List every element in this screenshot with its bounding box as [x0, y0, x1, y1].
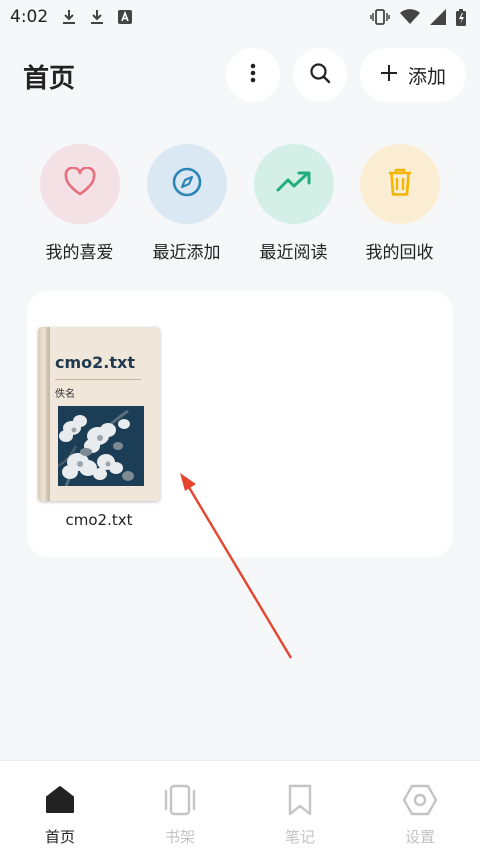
trash-icon: [387, 167, 413, 201]
book-cover-author: 佚名: [55, 389, 75, 400]
nav-bookshelf[interactable]: 书架: [120, 761, 240, 853]
download-icon: [62, 9, 76, 25]
nav-notes[interactable]: 笔记: [240, 761, 360, 853]
page-title: 首页: [23, 64, 76, 94]
quick-favorites-label: 我的喜爱: [45, 243, 114, 263]
status-time: 4:02: [10, 7, 49, 27]
nav-notes-label: 笔记: [284, 828, 315, 846]
search-button[interactable]: [293, 48, 347, 102]
add-button[interactable]: 添加: [360, 48, 466, 102]
compass-icon: [171, 166, 203, 202]
wifi-icon: [400, 9, 420, 25]
book-cover[interactable]: cmo2.txt 佚名: [38, 327, 160, 501]
bottom-nav: 首页 书架 笔记 设置: [0, 760, 480, 853]
book-list-panel: cmo2.txt 佚名 cmo2.txt: [27, 291, 453, 557]
home-icon: [45, 783, 75, 817]
nav-home-label: 首页: [44, 828, 75, 846]
heart-icon: [63, 166, 97, 201]
more-options-button[interactable]: [226, 48, 280, 102]
quick-recycle-label: 我的回收: [365, 243, 434, 263]
add-button-label: 添加: [407, 65, 446, 88]
quick-recent-read-circle: [253, 144, 334, 224]
bookshelf-icon: [163, 783, 197, 817]
quick-favorites-circle: [39, 144, 120, 224]
status-bar: 4:02: [0, 0, 480, 34]
more-vert-icon: [250, 63, 256, 87]
plus-icon: [380, 64, 398, 86]
download-icon: [90, 9, 104, 25]
quick-recent-added-label: 最近添加: [152, 243, 221, 263]
battery-charging-icon: [456, 8, 466, 26]
book-cover-flower-image: [58, 406, 144, 486]
nav-settings[interactable]: 设置: [360, 761, 480, 853]
book-cover-title: cmo2.txt: [55, 353, 135, 372]
quick-favorites[interactable]: 我的喜爱: [26, 144, 133, 263]
quick-recycle-circle: [359, 144, 440, 224]
book-spine: [38, 327, 48, 501]
signal-icon: [430, 9, 446, 25]
quick-recycle[interactable]: 我的回收: [346, 144, 453, 263]
quick-recent-read[interactable]: 最近阅读: [240, 144, 347, 263]
quick-recent-added[interactable]: 最近添加: [133, 144, 240, 263]
trending-up-icon: [276, 170, 312, 198]
bookmark-icon: [287, 783, 313, 817]
vibrate-icon: [370, 9, 390, 25]
a-keyboard-icon: [118, 10, 133, 24]
book-spine-edge: [48, 327, 50, 501]
nav-settings-label: 设置: [404, 828, 435, 846]
book-name: cmo2.txt: [65, 511, 133, 529]
quick-recent-read-label: 最近阅读: [259, 243, 328, 263]
header: 首页 添加: [0, 48, 480, 102]
book-cover-divider: [55, 379, 141, 380]
search-icon: [309, 62, 331, 88]
nav-home[interactable]: 首页: [0, 761, 120, 853]
nav-bookshelf-label: 书架: [164, 828, 195, 846]
settings-icon: [403, 783, 437, 817]
quick-actions: 我的喜爱 最近添加 最近阅读 我的回收: [0, 144, 480, 268]
quick-recent-added-circle: [146, 144, 227, 224]
